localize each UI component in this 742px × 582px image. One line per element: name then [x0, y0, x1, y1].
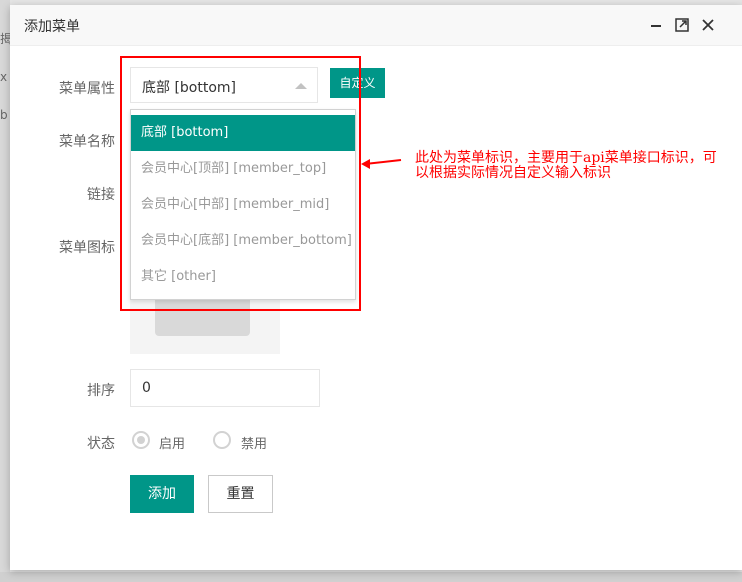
annotation-arrow-icon	[361, 159, 402, 169]
label-menu-attribute: 菜单属性	[59, 81, 115, 97]
label-status: 状态	[87, 436, 115, 452]
minimize-icon[interactable]	[648, 17, 664, 33]
sort-value: 0	[142, 380, 151, 396]
annotation-line: 以根据实际情况自定义输入标识	[415, 165, 611, 181]
annotation-line: 此处为菜单标识，主要用于api菜单接口标识，可	[415, 150, 717, 166]
background-footer	[0, 572, 742, 582]
add-button[interactable]: 添加	[130, 475, 194, 513]
annotation-text: 此处为菜单标识，主要用于api菜单接口标识，可 以根据实际情况自定义输入标识	[415, 151, 742, 181]
custom-button[interactable]: 自定义	[330, 68, 385, 98]
dropdown-option-bottom[interactable]: 底部 [bottom]	[131, 115, 355, 151]
maximize-icon[interactable]	[674, 17, 690, 33]
background-fragment: b	[0, 108, 8, 122]
sort-input[interactable]: 0	[130, 369, 320, 407]
dropdown-option-member-bottom[interactable]: 会员中心[底部] [member_bottom]	[131, 223, 355, 259]
dropdown-option-member-mid[interactable]: 会员中心[中部] [member_mid]	[131, 187, 355, 223]
background-page	[0, 0, 10, 582]
select-value: 底部 [bottom]	[142, 80, 237, 96]
dropdown-option-member-top[interactable]: 会员中心[顶部] [member_top]	[131, 151, 355, 187]
status-enabled-label: 启用	[159, 437, 186, 452]
menu-attribute-select[interactable]: 底部 [bottom]	[130, 67, 318, 103]
label-sort: 排序	[87, 383, 115, 399]
attribute-dropdown-list: 底部 [bottom] 会员中心[顶部] [member_top] 会员中心[中…	[130, 109, 356, 300]
label-link: 链接	[87, 187, 115, 203]
background-fragment: 揭	[0, 32, 13, 46]
reset-button[interactable]: 重置	[208, 475, 273, 513]
background-fragment: x	[0, 70, 8, 84]
close-icon[interactable]	[700, 17, 716, 33]
label-menu-name: 菜单名称	[59, 134, 115, 150]
add-menu-dialog: 添加菜单 菜单属性 菜单名称 链接 菜单图标 排序 状态 底部 [bottom]…	[10, 5, 742, 570]
caret-up-icon	[295, 83, 307, 89]
status-disabled-label: 禁用	[241, 437, 268, 452]
dialog-title: 添加菜单	[24, 19, 80, 35]
status-enabled-radio[interactable]	[132, 431, 150, 449]
status-disabled-radio[interactable]	[213, 431, 231, 449]
dialog-titlebar: 添加菜单	[10, 5, 742, 46]
label-menu-icon: 菜单图标	[59, 240, 115, 256]
dropdown-option-other[interactable]: 其它 [other]	[131, 259, 355, 295]
